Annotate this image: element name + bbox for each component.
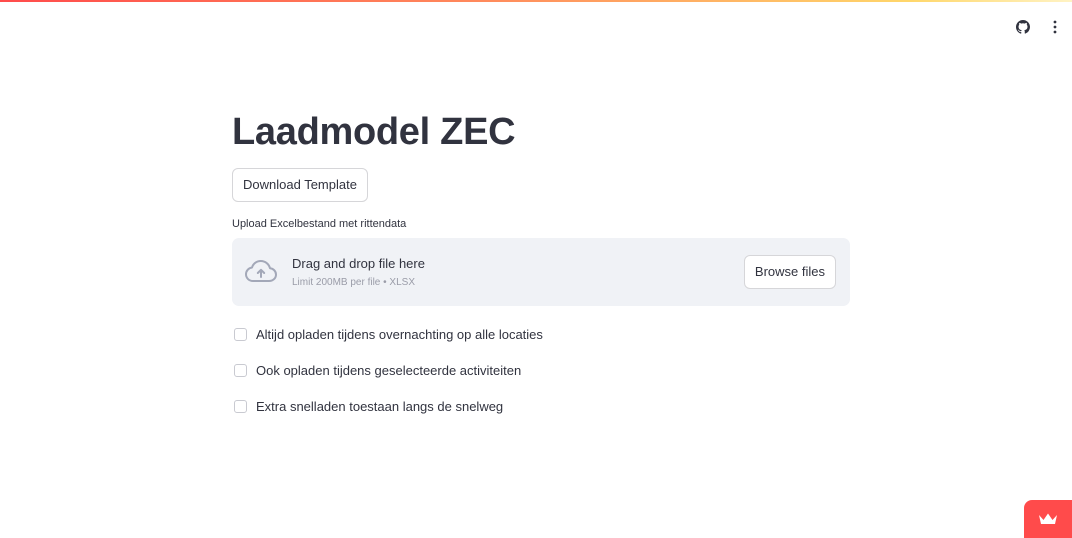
cloud-upload-icon (244, 259, 278, 290)
checkbox-box[interactable] (234, 363, 247, 377)
top-decoration-bar (0, 0, 1072, 2)
checkbox-overnight-charging[interactable]: Altijd opladen tijdens overnachting op a… (232, 324, 850, 344)
app-page: Laadmodel ZEC Download Template Upload E… (0, 0, 1072, 538)
drop-main-text: Drag and drop file here (292, 256, 425, 271)
checkbox-label: Altijd opladen tijdens overnachting op a… (256, 326, 543, 342)
checkbox-box[interactable] (234, 399, 247, 413)
checkbox-activity-charging[interactable]: Ook opladen tijdens geselecteerde activi… (232, 360, 850, 380)
file-dropzone[interactable]: Drag and drop file here Limit 200MB per … (232, 238, 850, 306)
dropzone-instructions: Drag and drop file here Limit 200MB per … (292, 256, 425, 288)
option-checkboxes: Altijd opladen tijdens overnachting op a… (232, 324, 850, 416)
file-limit-text: Limit 200MB per file • XLSX (292, 277, 415, 288)
crown-icon (1039, 513, 1057, 524)
checkbox-label: Extra snelladen toestaan langs de snelwe… (256, 398, 504, 414)
streamlit-badge[interactable] (1024, 500, 1072, 538)
upload-label: Upload Excelbestand met rittendata (232, 218, 407, 230)
checkbox-label: Ook opladen tijdens geselecteerde activi… (256, 362, 522, 378)
header-toolbar (1014, 18, 1064, 36)
checkbox-box[interactable] (234, 327, 247, 341)
main-content: Laadmodel ZEC Download Template Upload E… (232, 108, 850, 432)
github-icon[interactable] (1014, 18, 1032, 36)
download-template-button[interactable]: Download Template (232, 168, 368, 202)
page-title: Laadmodel ZEC (232, 111, 516, 153)
vertical-dots-icon[interactable] (1046, 18, 1064, 36)
checkbox-highway-fast-charging[interactable]: Extra snelladen toestaan langs de snelwe… (232, 396, 850, 416)
browse-files-button[interactable]: Browse files (743, 255, 836, 289)
